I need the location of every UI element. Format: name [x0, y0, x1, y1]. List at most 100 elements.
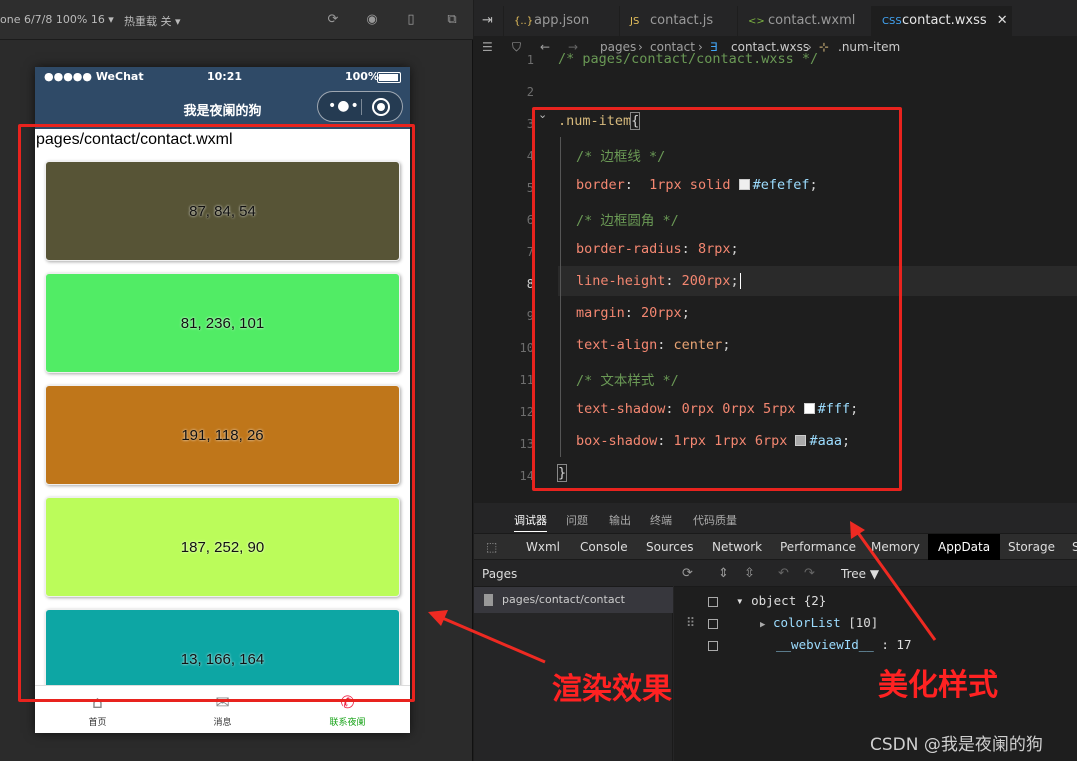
- code-line-radius: border-radius: 8rpx;: [576, 241, 739, 257]
- css-property: border: [576, 177, 625, 193]
- capsule-menu[interactable]: •●•: [317, 91, 403, 122]
- inspect-icon[interactable]: ⬚: [476, 534, 507, 560]
- tree-checkbox[interactable]: [708, 641, 718, 651]
- tree-root[interactable]: ▾ object {2}: [736, 593, 826, 608]
- tab-appdata[interactable]: AppData: [928, 534, 1001, 560]
- num-item: 87, 84, 54: [45, 161, 400, 261]
- code-line-text-shadow: text-shadow: 0rpx 0rpx 5rpx #fff;: [576, 401, 859, 417]
- code-comment: /* 文本样式 */: [576, 373, 679, 389]
- tab-contact-js-label: contact.js: [650, 13, 714, 28]
- close-target-icon[interactable]: [372, 98, 390, 116]
- expand-icon[interactable]: ⇕: [718, 566, 729, 581]
- redo-icon[interactable]: ↷: [804, 566, 815, 581]
- tab-performance[interactable]: Performance: [770, 534, 866, 560]
- color-swatch[interactable]: [803, 403, 815, 414]
- code-comment: /* 边框圆角 */: [576, 213, 679, 229]
- css-property: box-shadow: [576, 433, 658, 449]
- code-comment: /* pages/contact/contact.wxss */: [558, 51, 819, 67]
- selector-icon: ⊹: [819, 40, 830, 54]
- tree-checkbox[interactable]: [708, 597, 718, 607]
- page-list-item-label: pages/contact/contact: [502, 593, 625, 606]
- css-value: 8rpx: [697, 241, 731, 257]
- json-file-icon: {..}: [514, 16, 534, 27]
- line-number: 10: [519, 341, 534, 355]
- device-select[interactable]: one 6/7/8 100% 16 ▾: [0, 13, 114, 26]
- refresh-icon[interactable]: ⟳: [325, 12, 341, 28]
- tab-code-quality[interactable]: 代码质量: [693, 512, 737, 528]
- refresh-icon[interactable]: ⟳: [682, 566, 693, 581]
- tab-network[interactable]: Network: [702, 534, 772, 560]
- home-icon: ⌂: [92, 693, 103, 713]
- page-list-item[interactable]: pages/contact/contact: [474, 587, 673, 613]
- tab-contact-wxss-label: contact.wxss: [902, 13, 987, 28]
- css-selector: .num-item: [558, 113, 632, 129]
- collapse-icon[interactable]: ⇳: [744, 566, 755, 581]
- color-swatch[interactable]: [738, 179, 750, 190]
- num-item: 13, 166, 164: [45, 609, 400, 685]
- wxml-file-icon: <>: [748, 16, 765, 27]
- tab-console[interactable]: Console: [570, 534, 638, 560]
- css-color: #aaa: [809, 433, 842, 449]
- line-number: 9: [526, 309, 534, 323]
- phone-icon[interactable]: ▯: [403, 12, 419, 28]
- render-effect-label: 渲染效果: [552, 672, 672, 707]
- tab-memory[interactable]: Memory: [861, 534, 930, 560]
- breadcrumb-selector[interactable]: .num-item: [838, 36, 900, 58]
- code-line-text-align: text-align: center;: [576, 337, 731, 353]
- undo-icon[interactable]: ↶: [778, 566, 789, 581]
- tab-output[interactable]: 输出: [609, 512, 631, 528]
- back-icon[interactable]: ←: [540, 36, 550, 58]
- code-line-border: border: 1rpx solid #efefef;: [576, 177, 818, 193]
- tab-contact[interactable]: ✆ 联系夜阑: [285, 686, 410, 733]
- list-icon[interactable]: ☰: [482, 36, 493, 58]
- close-icon[interactable]: ✕: [997, 13, 1008, 28]
- hot-reload-toggle[interactable]: 热重载 关 ▾: [124, 13, 181, 29]
- code-area[interactable]: /* pages/contact/contact.wxss */ .num-it…: [556, 51, 1077, 503]
- line-number: 2: [526, 85, 534, 99]
- tab-more[interactable]: S: [1062, 534, 1077, 560]
- css-property: text-align: [576, 337, 658, 353]
- color-swatch[interactable]: [795, 435, 807, 446]
- css-value: 200rpx: [681, 273, 731, 289]
- more-icon[interactable]: •●•: [328, 98, 360, 114]
- tab-storage[interactable]: Storage: [998, 534, 1065, 560]
- tab-contact-wxml-label: contact.wxml: [768, 13, 856, 28]
- tab-home[interactable]: ⌂ 首页: [35, 686, 160, 733]
- stop-icon[interactable]: ◉: [364, 12, 380, 28]
- tab-contact-wxml[interactable]: <> contact.wxml: [738, 6, 872, 36]
- tree-node-colorlist[interactable]: ▶ colorList [10]: [760, 615, 878, 630]
- tree-mode-select[interactable]: Tree ▼: [841, 567, 879, 581]
- status-bar: ●●●●● WeChat 10:21 100%: [35, 67, 410, 87]
- tab-messages[interactable]: ✉ 消息: [160, 686, 285, 733]
- tab-terminal[interactable]: 终端: [650, 512, 672, 528]
- sidebar-toggle-icon[interactable]: ⇥: [474, 6, 504, 36]
- css-color: #fff: [817, 401, 851, 417]
- css-value: 1rpx solid: [649, 177, 731, 193]
- tree-root-label: object {2}: [751, 593, 827, 608]
- page-content: pages/contact/contact.wxml 87, 84, 54 81…: [35, 129, 410, 685]
- num-item: 187, 252, 90: [45, 497, 400, 597]
- css-value: 20rpx: [641, 305, 682, 321]
- tab-contact-wxss[interactable]: CSScontact.wxss ✕: [872, 6, 1012, 36]
- tab-wxml[interactable]: Wxml: [516, 534, 570, 560]
- battery-label: 100%: [345, 70, 379, 83]
- drag-handle-icon[interactable]: ⠿: [686, 615, 695, 630]
- tab-contact-js[interactable]: JS contact.js: [620, 6, 738, 36]
- status-time: 10:21: [207, 70, 243, 83]
- css-value: 0rpx 0rpx 5rpx: [681, 401, 796, 417]
- line-number: 3: [526, 117, 534, 131]
- tab-app-json[interactable]: {..}app.json: [504, 6, 620, 36]
- window-icon[interactable]: ⧉: [444, 12, 460, 28]
- css-property: border-radius: [576, 241, 682, 257]
- css-property: margin: [576, 305, 625, 321]
- fold-chevron-icon[interactable]: ⌄: [538, 108, 547, 121]
- css-property: line-height: [576, 273, 666, 289]
- tree-node-webviewid[interactable]: __webviewId__ : 17: [776, 637, 911, 652]
- tab-problems[interactable]: 问题: [566, 512, 588, 528]
- contact-icon: ✆: [340, 693, 355, 713]
- tree-checkbox[interactable]: [708, 619, 718, 629]
- tab-sources[interactable]: Sources: [636, 534, 703, 560]
- page-path-text: pages/contact/contact.wxml: [36, 131, 233, 148]
- tab-debugger[interactable]: 调试器: [514, 512, 547, 532]
- message-icon: ✉: [215, 693, 230, 713]
